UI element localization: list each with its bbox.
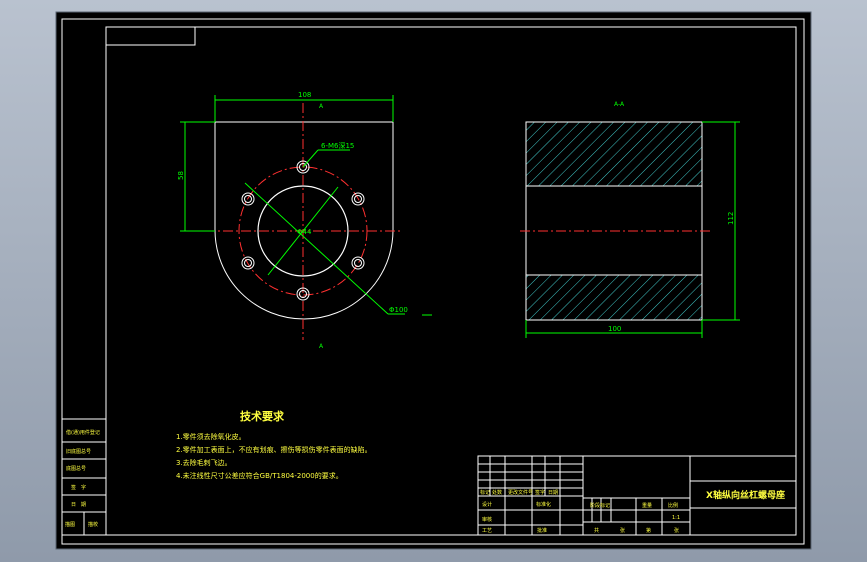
hole-callout-text: 6-M6深15: [321, 141, 354, 150]
title-block-design-label: 设计: [482, 501, 492, 508]
title-block-row-label: 更改文件号: [508, 489, 533, 496]
title-block-row-label: 日期: [548, 490, 558, 496]
title-block-sheet-label: 第: [646, 527, 651, 534]
title-block-row-label: 签字: [535, 489, 545, 496]
drawing-title: X轴纵向丝杠螺母座: [706, 489, 785, 501]
left-table-footer: 描图: [65, 521, 75, 528]
title-block-sheet-label: 共: [594, 527, 599, 534]
section-label: A-A: [614, 101, 625, 108]
title-block-sheet-label: 张: [674, 527, 679, 534]
section-dim-height-text: 112: [727, 212, 735, 225]
left-table-row: 签 字: [71, 484, 86, 491]
tech-req-heading: 技术要求: [240, 409, 285, 423]
title-block-sheet-label: 张: [620, 527, 625, 534]
left-table-row: 旧底图总号: [66, 448, 91, 455]
section-hatch-bottom: [525, 274, 703, 321]
cad-drawing-canvas: 108 58 6-M6深15 Φ44 Φ100 A A A-A 112 100: [55, 11, 812, 550]
outer-dia-text: Φ100: [389, 306, 408, 314]
title-block-process-label: 工艺: [482, 528, 492, 534]
title-block-stage-label: 比例: [668, 502, 678, 509]
tech-req-item: 3.去除毛刺飞边。: [176, 458, 232, 467]
dim-height-text: 58: [177, 171, 185, 180]
title-block-scale: 1:1: [672, 515, 680, 521]
center-dia-text: Φ44: [297, 228, 312, 236]
tech-req-item: 1.零件须去除氧化皮。: [176, 432, 246, 441]
tech-req-item: 4.未注线性尺寸公差应符合GB/T1804-2000的要求。: [176, 471, 343, 480]
title-block-stage-label: 重量: [642, 502, 652, 509]
title-block-row-label: 处数: [492, 489, 502, 496]
title-block-standard-label: 标准化: [536, 501, 551, 508]
title-block-row-label: 标记: [480, 489, 490, 496]
tech-req-item: 2.零件加工表面上，不应有划痕、擦伤等损伤零件表面的缺陷。: [176, 445, 372, 454]
left-table-footer: 描校: [88, 521, 98, 528]
title-block-review-label: 审核: [482, 516, 492, 523]
left-table-row: 借(通)用件登记: [66, 429, 100, 436]
dim-width-text: 108: [298, 91, 311, 99]
title-block-stage-label: 阶段标记: [590, 502, 610, 509]
left-table-row: 底图总号: [66, 465, 86, 472]
section-hatch-top: [525, 121, 703, 187]
title-block-approve-label: 批准: [537, 527, 547, 534]
section-dim-width-text: 100: [608, 325, 621, 333]
left-table-row: 日 期: [71, 502, 86, 508]
